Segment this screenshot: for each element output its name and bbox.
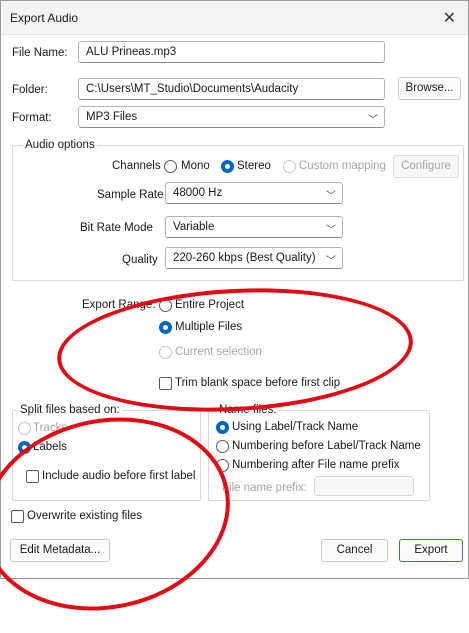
export-button[interactable]: Export [399, 539, 463, 562]
audio-options-title: Audio options [23, 139, 97, 151]
mono-label: Mono [181, 160, 210, 172]
file-name-value: ALU Prineas.mp3 [86, 46, 177, 58]
file-name-label: File Name: [12, 47, 68, 59]
chevron-down-icon: ﹀ [326, 256, 336, 267]
quality-select[interactable]: 220-260 kbps (Best Quality) ﹀ [165, 247, 343, 269]
format-select[interactable]: MP3 Files ﹀ [78, 106, 385, 128]
stereo-radio[interactable] [221, 160, 234, 173]
bit-rate-mode-label: Bit Rate Mode [80, 222, 153, 234]
bit-rate-mode-select[interactable]: Variable ﹀ [165, 216, 343, 238]
mono-radio[interactable] [164, 160, 177, 173]
sample-rate-value: 48000 Hz [173, 187, 223, 199]
file-name-prefix-label: File name prefix: [222, 482, 308, 494]
bit-rate-mode-value: Variable [173, 221, 215, 233]
channels-label: Channels [112, 160, 161, 172]
configure-button[interactable]: Configure [393, 155, 459, 178]
export-audio-dialog: Export Audio ✕ File Name: ALU Prineas.mp… [0, 0, 469, 633]
dialog-title: Export Audio [10, 11, 79, 25]
folder-label: Folder: [12, 84, 48, 96]
title-bar: Export Audio ✕ [1, 1, 468, 35]
custom-mapping-radio[interactable] [283, 160, 296, 173]
chevron-down-icon: ﹀ [368, 115, 378, 126]
file-name-prefix-input[interactable] [314, 476, 414, 496]
browse-button[interactable]: Browse... [398, 77, 461, 100]
custom-mapping-label: Custom mapping [299, 160, 386, 172]
tracks-radio[interactable] [18, 422, 31, 435]
stereo-label: Stereo [237, 160, 271, 172]
folder-input[interactable]: C:\Users\MT_Studio\Documents\Audacity [78, 78, 385, 100]
folder-value: C:\Users\MT_Studio\Documents\Audacity [86, 83, 299, 95]
quality-label: Quality [122, 254, 158, 266]
format-label: Format: [12, 112, 52, 124]
close-icon[interactable]: ✕ [443, 8, 456, 28]
numbering-after-label: Numbering after File name prefix [232, 459, 400, 471]
using-label-radio[interactable] [216, 421, 229, 434]
using-label-label: Using Label/Track Name [232, 421, 359, 433]
quality-value: 220-260 kbps (Best Quality) [173, 252, 316, 264]
cancel-button[interactable]: Cancel [321, 539, 388, 562]
numbering-before-radio[interactable] [216, 440, 229, 453]
split-files-title: Split files based on: [18, 404, 122, 416]
chevron-down-icon: ﹀ [326, 225, 336, 236]
sample-rate-label: Sample Rate [97, 189, 164, 201]
sample-rate-select[interactable]: 48000 Hz ﹀ [165, 182, 343, 204]
numbering-before-label: Numbering before Label/Track Name [232, 440, 421, 452]
format-value: MP3 Files [86, 111, 138, 123]
file-name-input[interactable]: ALU Prineas.mp3 [78, 41, 385, 63]
chevron-down-icon: ﹀ [326, 191, 336, 202]
